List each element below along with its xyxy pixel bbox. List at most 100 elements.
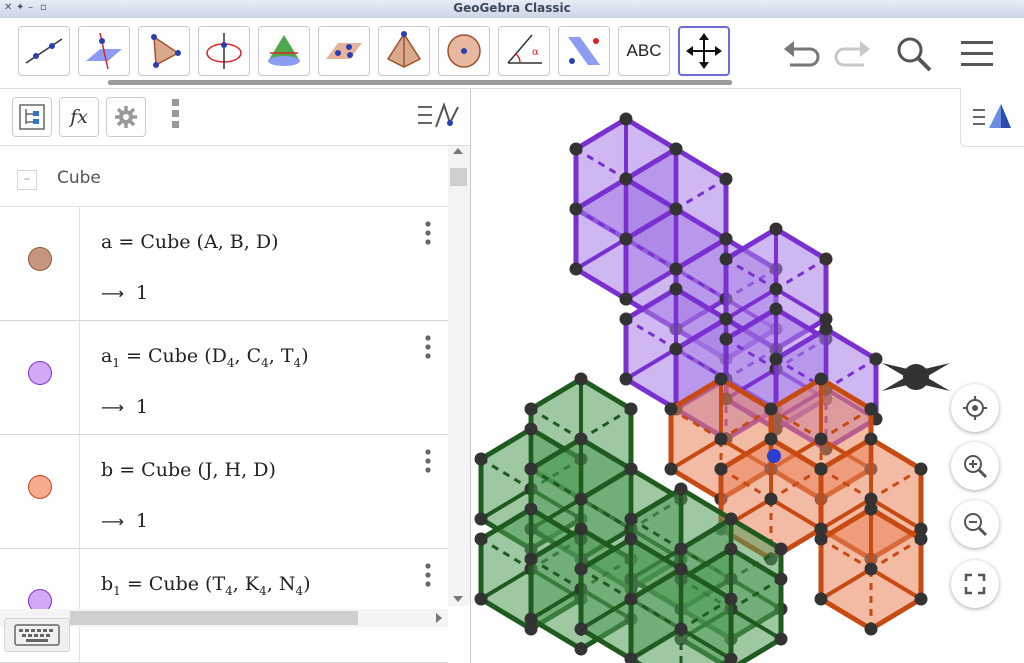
text-tool-button[interactable]: ABC (618, 26, 670, 76)
cube-vertex-point[interactable] (474, 452, 488, 466)
menu-button[interactable] (955, 32, 999, 76)
cube-vertex-point[interactable] (619, 112, 633, 126)
cube-vertex-point[interactable] (864, 432, 878, 446)
fullscreen-button[interactable] (951, 560, 999, 608)
cube-vertex-point[interactable] (724, 592, 738, 606)
cube-vertex-point[interactable] (814, 592, 828, 606)
cube-vertex-point[interactable] (669, 342, 683, 356)
cube-vertex-point[interactable] (764, 492, 778, 506)
cube-vertex-point[interactable] (524, 552, 538, 566)
object-group-cube[interactable]: – Cube (0, 146, 448, 207)
plane-through-points-tool-button[interactable] (318, 26, 370, 76)
cube-vertex-point[interactable] (574, 562, 588, 576)
cube-vertex-point[interactable] (664, 402, 678, 416)
undo-button[interactable] (780, 32, 824, 76)
visibility-toggle-icon[interactable] (28, 247, 52, 271)
cube-vertex-point[interactable] (864, 502, 878, 516)
algebra-row[interactable]: a1 = Cube (D4, C4, T4) ⟶ 1 (0, 321, 448, 435)
cube-vertex-point[interactable] (624, 532, 638, 546)
cube-vertex-point[interactable] (574, 522, 588, 536)
cube-vertex-point[interactable] (674, 622, 688, 636)
cube-vertex-point[interactable] (864, 622, 878, 636)
cube-vertex-point[interactable] (624, 402, 638, 416)
cube-vertex-point[interactable] (574, 492, 588, 506)
algebra-vertical-scrollbar[interactable] (448, 146, 470, 606)
visibility-toggle-icon[interactable] (28, 361, 52, 385)
cube-vertex-point[interactable] (619, 312, 633, 326)
object-definition[interactable]: b1 = Cube (T4, K4, N4) (101, 573, 311, 598)
cube-vertex-point[interactable] (524, 422, 538, 436)
cube-vertex-point[interactable] (569, 202, 583, 216)
toolbar-scrollbar[interactable] (108, 80, 732, 85)
cube-vertex-point[interactable] (574, 622, 588, 636)
angle-tool-button[interactable]: α (498, 26, 550, 76)
line-tool-button[interactable] (18, 26, 70, 76)
move-tool-button[interactable] (678, 26, 730, 76)
cube-vertex-point[interactable] (524, 462, 538, 476)
cube-vertex-point[interactable] (624, 462, 638, 476)
object-definition[interactable]: a1 = Cube (D4, C4, T4) (101, 345, 309, 370)
cube-vertex-point[interactable] (664, 462, 678, 476)
cube-vertex-point[interactable] (719, 332, 733, 346)
reflect-about-plane-tool-button[interactable] (558, 26, 610, 76)
cube-vertex-point[interactable] (574, 372, 588, 386)
more-options-icon[interactable] (422, 219, 434, 249)
horizontal-scroll-thumb[interactable] (70, 611, 358, 625)
algebra-row[interactable]: b = Cube (J, H, D) ⟶ 1 (0, 435, 448, 549)
cube-vertex-point[interactable] (574, 642, 588, 656)
cube-vertex-point[interactable] (914, 532, 928, 546)
cube-vertex-point[interactable] (624, 512, 638, 526)
more-options-icon[interactable] (422, 447, 434, 477)
cube-vertex-point[interactable] (674, 562, 688, 576)
object-definition[interactable]: a = Cube (A, B, D) (101, 231, 279, 256)
cube-vertex-point[interactable] (814, 462, 828, 476)
cube-vertex-point[interactable] (524, 612, 538, 626)
cube-vertex-point[interactable] (769, 222, 783, 236)
graphics-view-toggle[interactable] (416, 101, 460, 135)
vertical-scroll-thumb[interactable] (450, 168, 467, 186)
zoom-out-button[interactable] (951, 500, 999, 548)
perpendicular-plane-tool-button[interactable] (78, 26, 130, 76)
object-definition[interactable]: b = Cube (J, H, D) (101, 459, 276, 484)
more-options-icon[interactable] (422, 561, 434, 591)
visibility-toggle-icon[interactable] (28, 475, 52, 499)
cube-vertex-point[interactable] (719, 172, 733, 186)
pyramid-tool-button[interactable] (378, 26, 430, 76)
cube-vertex-point[interactable] (814, 432, 828, 446)
cube-vertex-point[interactable] (864, 402, 878, 416)
zoom-in-button[interactable] (951, 442, 999, 490)
cube-vertex-point[interactable] (669, 142, 683, 156)
cube-vertex-point[interactable] (624, 592, 638, 606)
cube-vertex-point[interactable] (674, 542, 688, 556)
cube-vertex-point[interactable] (669, 282, 683, 296)
cube-vertex-point[interactable] (914, 592, 928, 606)
cube-vertex-point[interactable] (769, 282, 783, 296)
graphics-style-bar-button[interactable] (960, 88, 1024, 147)
sort-by-button[interactable] (12, 97, 52, 137)
cube-vertex-point[interactable] (674, 482, 688, 496)
cube-scene[interactable] (471, 89, 1024, 663)
cube-vertex-point[interactable] (774, 542, 788, 556)
cube-vertex-point[interactable] (474, 532, 488, 546)
algebra-settings-button[interactable] (106, 97, 146, 137)
cube-vertex-point[interactable] (619, 232, 633, 246)
cube-vertex-point[interactable] (619, 292, 633, 306)
cube-vertex-point[interactable] (524, 402, 538, 416)
cube-vertex-point[interactable] (774, 572, 788, 586)
cube-vertex-point[interactable] (819, 322, 833, 336)
cube-vertex-point[interactable] (819, 252, 833, 266)
sphere-tool-button[interactable] (438, 26, 490, 76)
cube-vertex-point[interactable] (669, 202, 683, 216)
cube-vertex-point[interactable] (574, 432, 588, 446)
cube-vertex-point[interactable] (764, 402, 778, 416)
cube-vertex-point[interactable] (814, 372, 828, 386)
polygon-tool-button[interactable] (138, 26, 190, 76)
cube-vertex-point[interactable] (719, 312, 733, 326)
cube-vertex-point[interactable] (669, 262, 683, 276)
cone-tool-button[interactable] (258, 26, 310, 76)
virtual-keyboard-button[interactable] (4, 618, 70, 652)
cube-vertex-point[interactable] (764, 432, 778, 446)
cube-vertex-point[interactable] (569, 262, 583, 276)
cube-vertex-point[interactable] (769, 352, 783, 366)
description-mode-button[interactable]: fx (59, 97, 99, 137)
